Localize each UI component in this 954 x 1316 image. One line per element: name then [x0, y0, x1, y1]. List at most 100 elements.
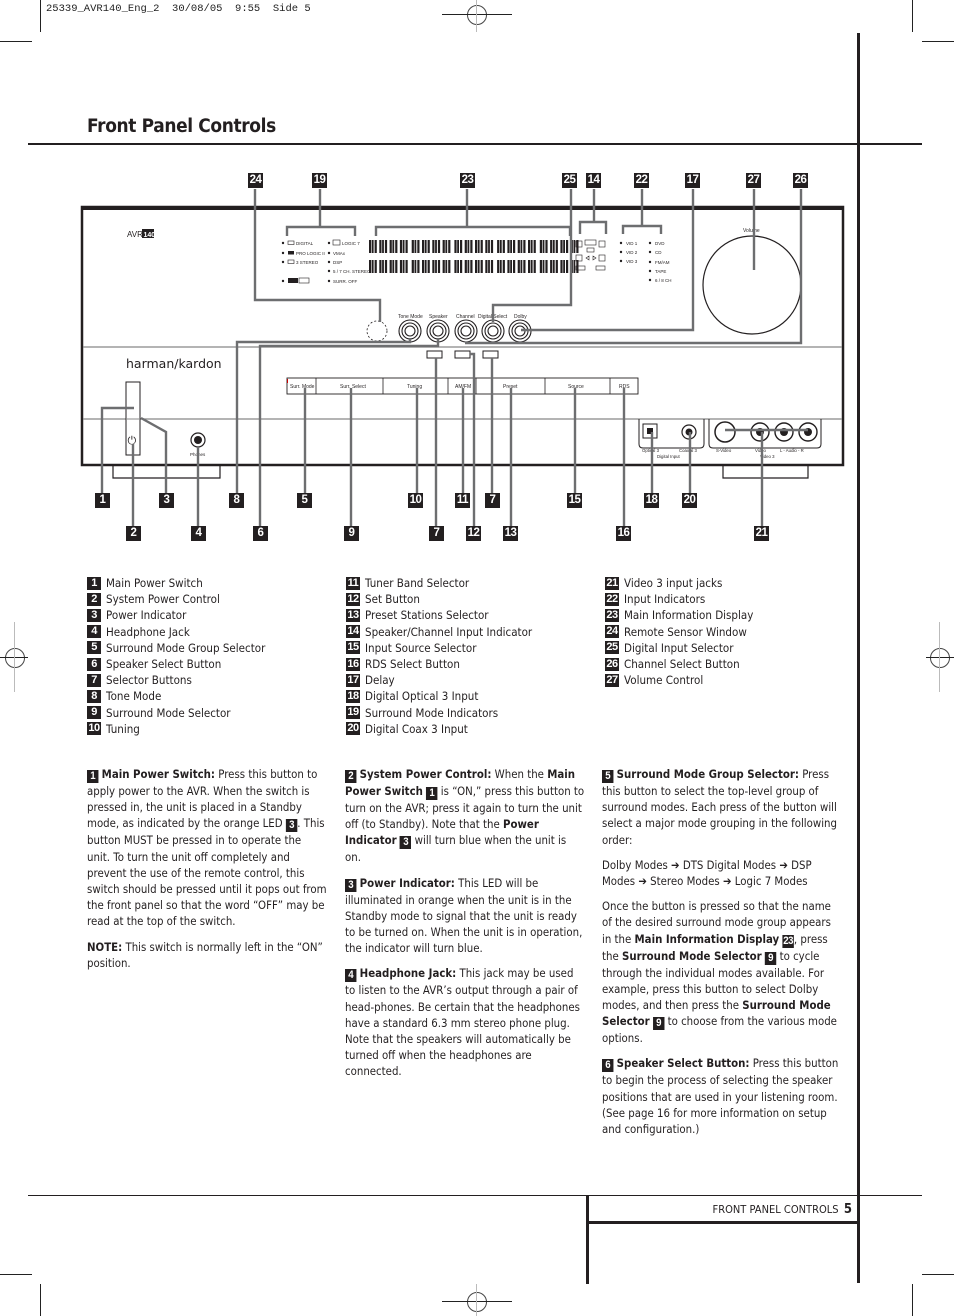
callout-number: 4 [191, 526, 206, 541]
display-segment [414, 260, 417, 273]
display-segment [442, 260, 445, 273]
callout-number: 11 [455, 493, 470, 508]
legend-number-badge: 15 [346, 641, 360, 655]
desc-mode-sequence: Dolby Modes ➔ DTS Digital Modes ➔ DSP Mo… [602, 857, 812, 889]
legend-number-badge: 22 [605, 592, 619, 606]
display-segment [517, 260, 520, 273]
legend-item: 4 Headphone Jack [87, 624, 283, 640]
display-segment [454, 240, 457, 253]
crop-mark [442, 1301, 512, 1302]
display-segment [399, 260, 403, 273]
legend-number-badge: 2 [87, 592, 101, 606]
legend-number-badge: 6 [87, 657, 101, 671]
display-segment [530, 240, 533, 253]
display-segment [502, 240, 505, 253]
desc-speaker-select-button: 6 Speaker Select Button: Press this butt… [602, 1056, 839, 1137]
legend-label: Tone Mode [106, 689, 162, 704]
display-segment [405, 240, 408, 253]
callout-number: 23 [460, 173, 475, 188]
svg-text:Digital Input: Digital Input [657, 454, 680, 459]
callout-number: 13 [503, 526, 518, 541]
legend-item: 26 Channel Select Button [605, 656, 768, 672]
display-segment [369, 260, 372, 273]
legend-number-badge: 8 [87, 689, 101, 703]
display-segment [545, 260, 548, 273]
legend-number-badge: 18 [346, 689, 360, 703]
legend-number-badge: 7 [87, 673, 101, 687]
svg-text:DIGITAL: DIGITAL [296, 241, 314, 246]
legend-item: 11 Tuner Band Selector [346, 575, 551, 591]
page-number: 5 [843, 1202, 852, 1217]
crop-mark [922, 1274, 954, 1275]
display-segment [470, 240, 473, 253]
legend-item: 12 Set Button [346, 591, 551, 607]
display-segment [502, 260, 505, 273]
display-segment [448, 240, 451, 253]
desc-surround-mode-usage: Once the button is pressed so that the n… [602, 899, 837, 1046]
svg-text:TAPE: TAPE [655, 269, 666, 274]
display-segment [510, 260, 512, 273]
legend-label: Channel Select Button [624, 657, 740, 672]
legend-column-1: 1 Main Power Switch 2 System Power Control 3… [87, 575, 283, 737]
legend-item: 9 Surround Mode Selector [87, 705, 283, 721]
legend-item: 1 Main Power Switch [87, 575, 283, 591]
display-segment [437, 260, 441, 273]
display-segment [497, 240, 500, 253]
knob-label-speaker: Speaker [429, 314, 448, 320]
legend-item: 7 Selector Buttons [87, 672, 283, 688]
legend-item: 24 Remote Sensor Window [605, 624, 768, 640]
legend-label: Preset Stations Selector [365, 608, 489, 623]
display-segment [464, 260, 467, 273]
callout-number: 20 [682, 493, 697, 508]
display-segment [510, 240, 512, 253]
display-segment [523, 260, 526, 273]
legend-number-badge: 26 [605, 657, 619, 671]
display-segment [566, 260, 569, 273]
display-segment [382, 260, 384, 273]
display-segment [545, 240, 548, 253]
display-segment [573, 240, 576, 253]
callout-number: 9 [344, 526, 359, 541]
display-segment [566, 240, 569, 253]
display-segment [384, 240, 388, 253]
callout-number: 19 [312, 173, 327, 188]
svg-text:VID 1: VID 1 [626, 241, 638, 246]
registration-mark-icon [5, 648, 25, 668]
display-segment [552, 240, 555, 253]
callout-number: 2 [126, 526, 141, 541]
legend-item: 25 Digital Input Selector [605, 640, 768, 656]
legend-label: Power Indicator [106, 608, 187, 623]
display-segment [499, 260, 502, 273]
callout-number: 24 [248, 173, 263, 188]
display-segment [573, 260, 576, 273]
display-segment [550, 260, 553, 273]
btn-surr-select: Surr. Select [340, 384, 366, 390]
legend-label: Headphone Jack [106, 624, 190, 639]
display-segment [464, 240, 467, 253]
display-segment [392, 260, 395, 273]
legend-label: Speaker/Channel Input Indicator [365, 624, 533, 639]
svg-text:5 / 7 CH. STEREO: 5 / 7 CH. STEREO [333, 269, 371, 274]
display-segment [475, 240, 478, 253]
legend-item: 5 Surround Mode Group Selector [87, 640, 283, 656]
display-segment [539, 240, 542, 253]
footer-bar [586, 1224, 589, 1284]
display-segment [470, 260, 473, 273]
display-segment [488, 260, 490, 273]
legend-label: RDS Select Button [365, 657, 460, 672]
legend-label: Surround Mode Selector [106, 705, 231, 720]
model-number: 140 [144, 232, 156, 239]
legend-label: Input Indicators [624, 592, 706, 607]
display-segment [411, 260, 414, 273]
desc-note: NOTE: This switch is normally left in th… [87, 939, 323, 970]
model-label: AVR [127, 230, 143, 239]
svg-text:VID 3: VID 3 [626, 259, 638, 264]
display-segment [533, 260, 536, 273]
legend-number-badge: 13 [346, 608, 360, 622]
svg-text:SURR. OFF: SURR. OFF [333, 279, 358, 284]
svg-text:Coaxial 3: Coaxial 3 [679, 448, 698, 453]
legend-label: Main Power Switch [106, 576, 203, 591]
desc-power-indicator: 3 Power Indicator: This LED will be illu… [345, 875, 583, 956]
display-segment [467, 260, 470, 273]
foot-right [722, 465, 809, 479]
